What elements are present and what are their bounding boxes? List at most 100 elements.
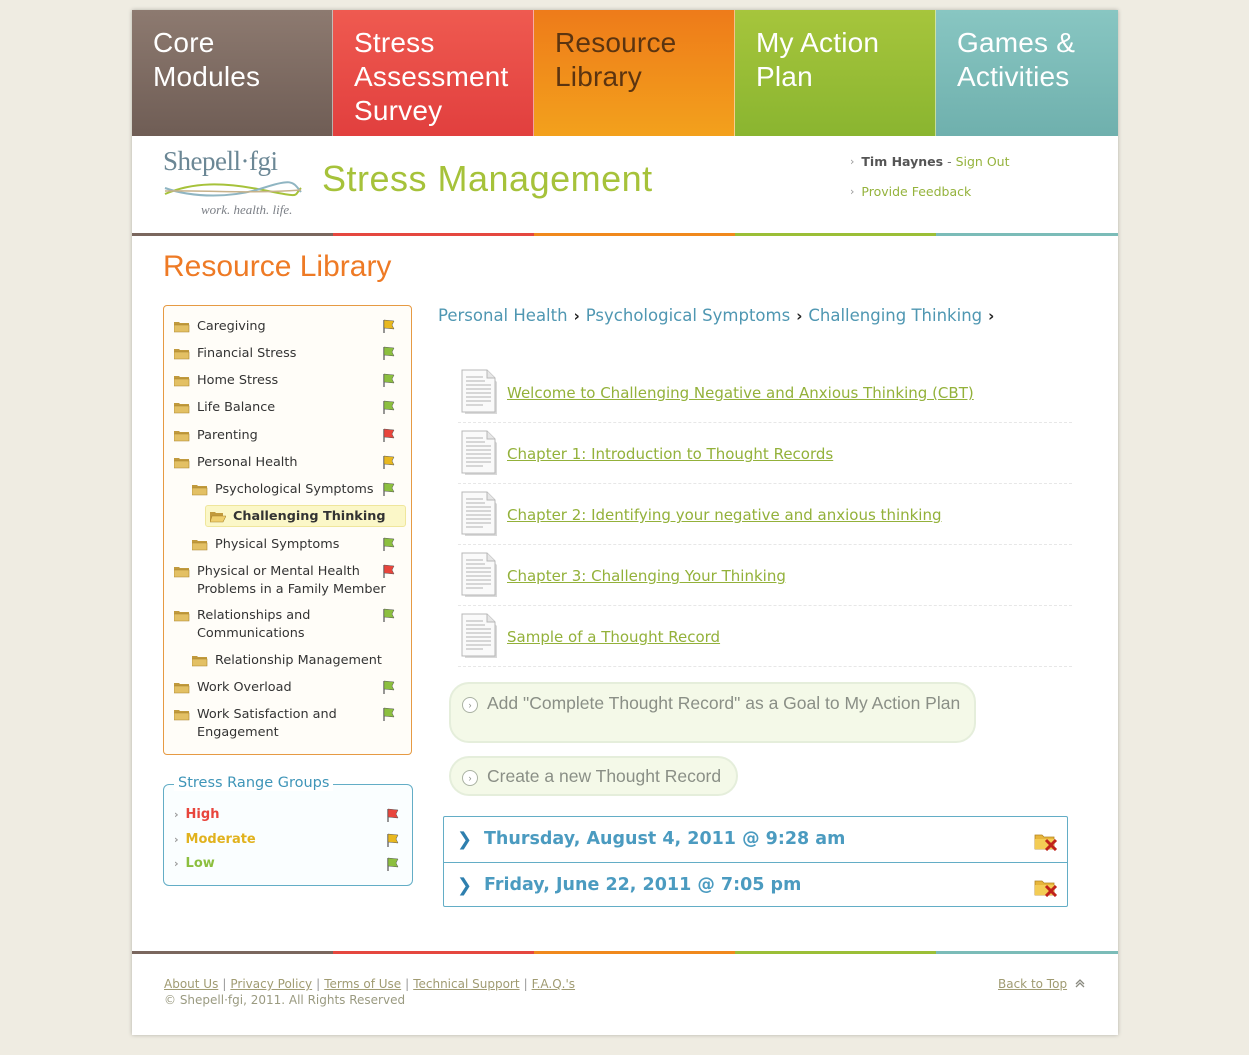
footer-link-support[interactable]: Technical Support bbox=[413, 977, 519, 991]
footer-links: About Us | Privacy Policy | Terms of Use | Tec… bbox=[164, 977, 576, 991]
document-item: Chapter 3: Challenging Your Thinking bbox=[458, 545, 1072, 606]
folder-icon bbox=[174, 403, 190, 414]
tab-label: My Action Plan bbox=[756, 27, 880, 92]
add-goal-button[interactable]: › Add "Complete Thought Record" as a Goa… bbox=[449, 682, 976, 743]
separator: - bbox=[947, 153, 952, 169]
document-item: Chapter 2: Identifying your negative and… bbox=[458, 484, 1072, 545]
tab-label: Stress Assessment Survey bbox=[354, 27, 509, 126]
document-icon bbox=[461, 551, 501, 599]
tree-item[interactable]: Work Overload bbox=[164, 679, 411, 697]
tree-item-label: Physical or Mental Health Problems in a … bbox=[197, 564, 386, 597]
record-date: Thursday, August 4, 2011 @ 9:28 am bbox=[484, 829, 846, 849]
folder-icon bbox=[174, 458, 190, 469]
logo-swoosh-icon bbox=[164, 181, 302, 197]
thought-record-row[interactable]: ❯ Friday, June 22, 2011 @ 7:05 pm bbox=[444, 862, 1067, 907]
tab-core-modules[interactable]: Core Modules bbox=[132, 10, 333, 136]
delete-folder-icon[interactable] bbox=[1034, 831, 1058, 851]
bullet-icon: › bbox=[174, 857, 179, 870]
feedback-link[interactable]: Provide Feedback bbox=[861, 184, 971, 199]
tree-item-label: Financial Stress bbox=[197, 346, 297, 361]
document-link[interactable]: Chapter 1: Introduction to Thought Recor… bbox=[507, 445, 833, 463]
tree-item[interactable]: Work Satisfaction and Engagement bbox=[164, 706, 411, 742]
footer-divider bbox=[132, 951, 1118, 954]
thought-records-list: ❯ Thursday, August 4, 2011 @ 9:28 am ❯ F… bbox=[443, 816, 1068, 907]
tree-item-label: Relationship Management bbox=[215, 653, 382, 668]
document-list: Welcome to Challenging Negative and Anxi… bbox=[458, 362, 1072, 667]
document-icon bbox=[461, 429, 501, 477]
folder-icon bbox=[174, 376, 190, 387]
breadcrumb-challenging-thinking[interactable]: Challenging Thinking bbox=[808, 306, 982, 325]
legend-label: Moderate bbox=[185, 832, 256, 847]
red-flag-icon bbox=[384, 807, 400, 823]
folder-open-icon bbox=[210, 512, 226, 523]
document-item: Sample of a Thought Record bbox=[458, 606, 1072, 667]
tree-item[interactable]: Physical or Mental Health Problems in a … bbox=[164, 563, 411, 599]
tree-item[interactable]: Challenging Thinking bbox=[164, 505, 411, 527]
yellow-flag-icon bbox=[383, 455, 395, 469]
red-flag-icon bbox=[383, 564, 395, 578]
document-icon bbox=[461, 612, 501, 660]
add-goal-label: Add "Complete Thought Record" as a Goal … bbox=[487, 693, 961, 713]
thought-record-row[interactable]: ❯ Thursday, August 4, 2011 @ 9:28 am bbox=[444, 817, 1067, 862]
folder-icon bbox=[174, 322, 190, 333]
chevron-right-icon: ❯ bbox=[457, 875, 473, 896]
tree-item[interactable]: Life Balance bbox=[164, 399, 411, 417]
folder-icon bbox=[174, 349, 190, 360]
red-flag-icon bbox=[383, 428, 395, 442]
section-title: Resource Library bbox=[163, 250, 392, 283]
tree-item[interactable]: Caregiving bbox=[164, 318, 411, 336]
back-to-top-link[interactable]: Back to Top bbox=[998, 977, 1067, 991]
tree-item-label: Work Satisfaction and Engagement bbox=[197, 707, 337, 740]
page: Core Modules Stress Assessment Survey Re… bbox=[132, 10, 1118, 1035]
folder-icon bbox=[192, 540, 208, 551]
tree-item[interactable]: Relationships and Communications bbox=[164, 607, 411, 643]
footer-link-faq[interactable]: F.A.Q.'s bbox=[532, 977, 575, 991]
tree-item[interactable]: Parenting bbox=[164, 427, 411, 445]
copyright: © Shepell·fgi, 2011. All Rights Reserved bbox=[164, 993, 406, 1007]
folder-icon bbox=[174, 611, 190, 622]
document-link[interactable]: Sample of a Thought Record bbox=[507, 628, 720, 646]
bullet-icon: › bbox=[174, 833, 179, 846]
bullet-icon: › bbox=[850, 184, 855, 198]
tab-my-action-plan[interactable]: My Action Plan bbox=[735, 10, 936, 136]
breadcrumb-separator: › bbox=[573, 306, 580, 325]
tree-item-label: Life Balance bbox=[197, 400, 276, 415]
document-link[interactable]: Chapter 3: Challenging Your Thinking bbox=[507, 567, 786, 585]
breadcrumb-separator: › bbox=[988, 306, 995, 325]
shepell-logo[interactable]: Shepell·fgi work. health. life. bbox=[163, 146, 303, 220]
yellow-flag-icon bbox=[384, 832, 400, 848]
tree-item[interactable]: Physical Symptoms bbox=[164, 536, 411, 554]
logo-tagline: work. health. life. bbox=[201, 202, 293, 217]
footer-link-privacy[interactable]: Privacy Policy bbox=[230, 977, 312, 991]
footer-link-about[interactable]: About Us bbox=[164, 977, 218, 991]
tab-stress-assessment-survey[interactable]: Stress Assessment Survey bbox=[333, 10, 534, 136]
tree-item-label: Caregiving bbox=[197, 319, 266, 334]
tree-item[interactable]: Financial Stress bbox=[164, 345, 411, 363]
tree-item-label: Relationships and Communications bbox=[197, 608, 311, 641]
green-flag-icon bbox=[384, 856, 400, 872]
tree-item[interactable]: Home Stress bbox=[164, 372, 411, 390]
chevron-up-icon[interactable] bbox=[1074, 977, 1086, 989]
breadcrumb-psychological-symptoms[interactable]: Psychological Symptoms bbox=[586, 306, 790, 325]
new-thought-record-button[interactable]: › Create a new Thought Record bbox=[449, 756, 738, 796]
breadcrumb-personal-health[interactable]: Personal Health bbox=[438, 306, 568, 325]
tab-label: Resource Library bbox=[555, 27, 677, 92]
arrow-circle-icon: › bbox=[462, 770, 478, 786]
main-nav: Core Modules Stress Assessment Survey Re… bbox=[132, 10, 1118, 136]
breadcrumb-separator: › bbox=[796, 306, 803, 325]
footer-link-terms[interactable]: Terms of Use bbox=[324, 977, 401, 991]
tab-games-activities[interactable]: Games & Activities bbox=[936, 10, 1118, 136]
document-link[interactable]: Welcome to Challenging Negative and Anxi… bbox=[507, 384, 974, 402]
tree-item[interactable]: Relationship Management bbox=[164, 652, 411, 670]
delete-folder-icon[interactable] bbox=[1034, 877, 1058, 897]
app-title: Stress Management bbox=[322, 158, 653, 199]
stress-range-legend: Stress Range Groups › High › Moderate › … bbox=[163, 775, 413, 886]
logo-text: Shepell·fgi bbox=[163, 146, 278, 176]
tree-item-label: Work Overload bbox=[197, 680, 292, 695]
sign-out-link[interactable]: Sign Out bbox=[956, 154, 1010, 169]
tab-resource-library[interactable]: Resource Library bbox=[534, 10, 735, 136]
legend-item-moderate: › Moderate bbox=[174, 832, 400, 847]
tree-item[interactable]: Psychological Symptoms bbox=[164, 481, 411, 499]
tree-item[interactable]: Personal Health bbox=[164, 454, 411, 472]
document-link[interactable]: Chapter 2: Identifying your negative and… bbox=[507, 506, 942, 524]
